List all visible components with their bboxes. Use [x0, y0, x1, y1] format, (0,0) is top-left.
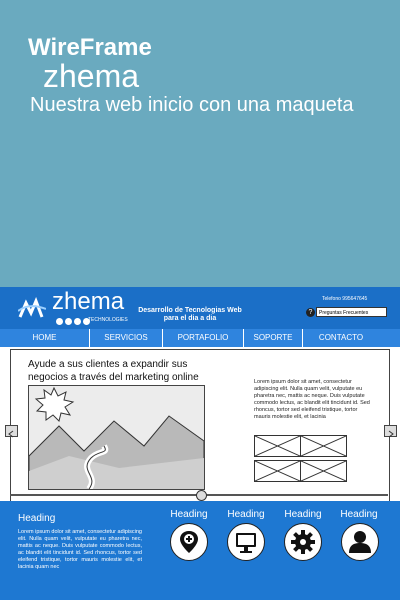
- footer-heading: Heading: [18, 513, 56, 524]
- banner-title: WireFrame: [28, 34, 152, 61]
- social-icon[interactable]: [73, 317, 82, 326]
- site-logo-text[interactable]: zhema: [52, 290, 124, 314]
- hero-image-placeholder: [28, 385, 205, 490]
- user-icon: [349, 531, 371, 553]
- image-placeholder-icon: [254, 460, 301, 482]
- slider-next-button[interactable]: [384, 425, 397, 438]
- social-icon[interactable]: [55, 317, 64, 326]
- slider-handle[interactable]: [196, 490, 207, 501]
- logo-subtitle: TECHNOLOGIES: [88, 317, 128, 323]
- settings-feature-button[interactable]: [284, 523, 322, 561]
- feature-heading: Heading: [284, 509, 322, 520]
- nav-item-servicios[interactable]: SERVICIOS: [90, 329, 163, 347]
- thumbnail[interactable]: [254, 460, 301, 482]
- chevron-right-icon: [388, 430, 394, 438]
- slider-prev-button[interactable]: [5, 425, 18, 438]
- thumbnail[interactable]: [300, 435, 347, 457]
- nav-item-home[interactable]: HOME: [0, 329, 90, 347]
- nav-item-portafolio[interactable]: PORTAFOLIO: [163, 329, 244, 347]
- banner-subtitle: Nuestra web inicio con una maqueta: [30, 94, 354, 116]
- thumbnail[interactable]: [254, 435, 301, 457]
- user-feature-button[interactable]: [341, 523, 379, 561]
- logo-icon: [18, 297, 46, 318]
- nav-item-contacto[interactable]: CONTACTO: [303, 329, 379, 347]
- feature-heading: Heading: [170, 509, 208, 520]
- hero-description: Lorem ipsum dolor sit amet, consectetur …: [254, 379, 370, 420]
- map-pin-icon: [180, 531, 198, 553]
- faq-select[interactable]: Preguntas Frecuentes: [316, 307, 387, 317]
- help-icon[interactable]: ?: [306, 308, 315, 317]
- image-placeholder-icon: [300, 435, 347, 457]
- hero-headline: Ayude a sus clientes a expandir sus nego…: [28, 359, 199, 383]
- thumbnail[interactable]: [300, 460, 347, 482]
- feature-heading: Heading: [340, 509, 378, 520]
- feature-heading: Heading: [227, 509, 265, 520]
- wireframe-mockup: zhema TECHNOLOGIES Desarrollo de Tecnolo…: [0, 287, 400, 600]
- image-placeholder-icon: [254, 435, 301, 457]
- site-header: zhema TECHNOLOGIES Desarrollo de Tecnolo…: [0, 287, 400, 329]
- location-feature-button[interactable]: [170, 523, 208, 561]
- monitor-icon: [236, 533, 256, 553]
- footer-text: Lorem ipsum dolor sit amet, consectetur …: [18, 529, 142, 570]
- desktop-feature-button[interactable]: [227, 523, 265, 561]
- image-placeholder-icon: [300, 460, 347, 482]
- nav-item-soporte[interactable]: SOPORTE: [244, 329, 303, 347]
- social-icon[interactable]: [64, 317, 73, 326]
- banner-brand: zhema: [43, 58, 140, 94]
- phone-text: Telefono 995647645: [322, 296, 368, 302]
- chevron-left-icon: [8, 430, 14, 438]
- gear-icon: [291, 530, 315, 554]
- main-nav: HOME SERVICIOS PORTAFOLIO SOPORTE CONTAC…: [0, 329, 400, 347]
- site-tagline: Desarrollo de Tecnologias Web para el di…: [138, 307, 242, 322]
